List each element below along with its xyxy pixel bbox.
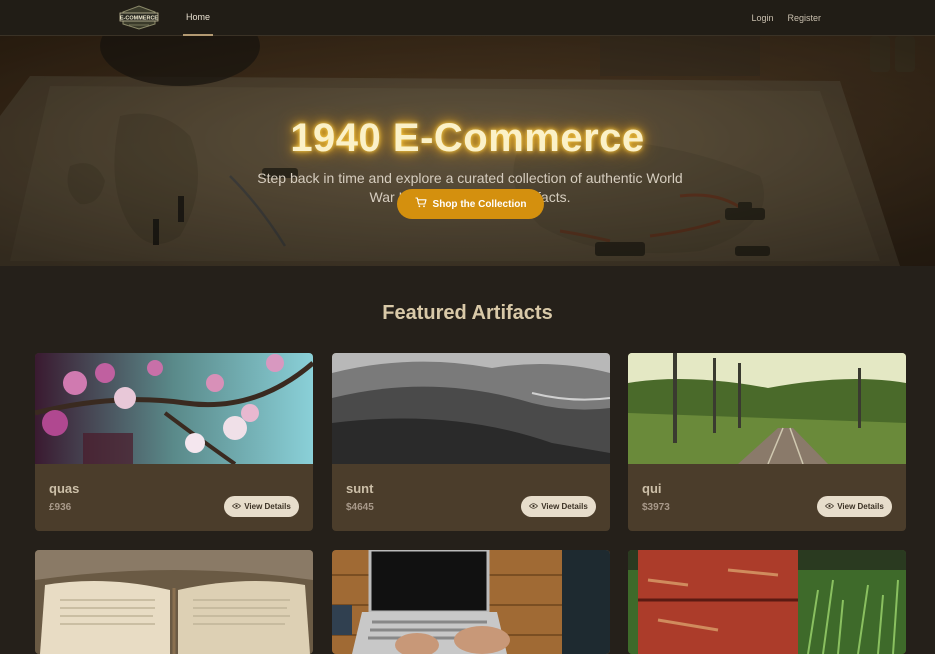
product-image [332, 353, 610, 464]
view-details-button[interactable]: View Details [224, 496, 299, 517]
eye-icon [529, 502, 539, 511]
product-name: qui [642, 481, 662, 496]
shop-collection-label: Shop the Collection [432, 198, 527, 210]
view-details-label: View Details [837, 502, 884, 511]
cart-icon [415, 197, 427, 211]
navbar: E-COMMERCE Home Login Register [0, 0, 935, 36]
brand-logo-text: E-COMMERCE [120, 16, 159, 22]
product-price: $3973 [642, 502, 670, 513]
nav-home-link[interactable]: Home [183, 0, 214, 36]
product-card[interactable]: sunt $4645 View Details [332, 353, 610, 531]
eye-icon [825, 502, 835, 511]
product-card[interactable]: qui $3973 View Details [628, 353, 906, 531]
nav-register-link[interactable]: Register [787, 13, 821, 23]
view-details-label: View Details [541, 502, 588, 511]
product-name: sunt [346, 481, 374, 496]
view-details-label: View Details [244, 502, 291, 511]
product-image [628, 550, 906, 654]
product-image [35, 353, 313, 464]
product-card[interactable]: quas £936 View Details [35, 353, 313, 531]
hero-title: 1940 E-Commerce [290, 116, 645, 160]
product-image [628, 353, 906, 464]
shop-collection-button[interactable]: Shop the Collection [397, 189, 544, 219]
nav-login-link[interactable]: Login [751, 13, 773, 23]
brand-logo[interactable]: E-COMMERCE [119, 4, 159, 30]
product-card[interactable] [35, 550, 313, 654]
product-card[interactable] [628, 550, 906, 654]
product-image [35, 550, 313, 654]
product-image [332, 550, 610, 654]
product-card[interactable] [332, 550, 610, 654]
product-price: $4645 [346, 502, 374, 513]
view-details-button[interactable]: View Details [817, 496, 892, 517]
hero-banner: 1940 E-Commerce Step back in time and ex… [0, 36, 935, 266]
product-name: quas [49, 481, 80, 496]
product-price: £936 [49, 502, 72, 513]
eye-icon [232, 502, 242, 511]
view-details-button[interactable]: View Details [521, 496, 596, 517]
featured-section-title: Featured Artifacts [382, 302, 553, 324]
